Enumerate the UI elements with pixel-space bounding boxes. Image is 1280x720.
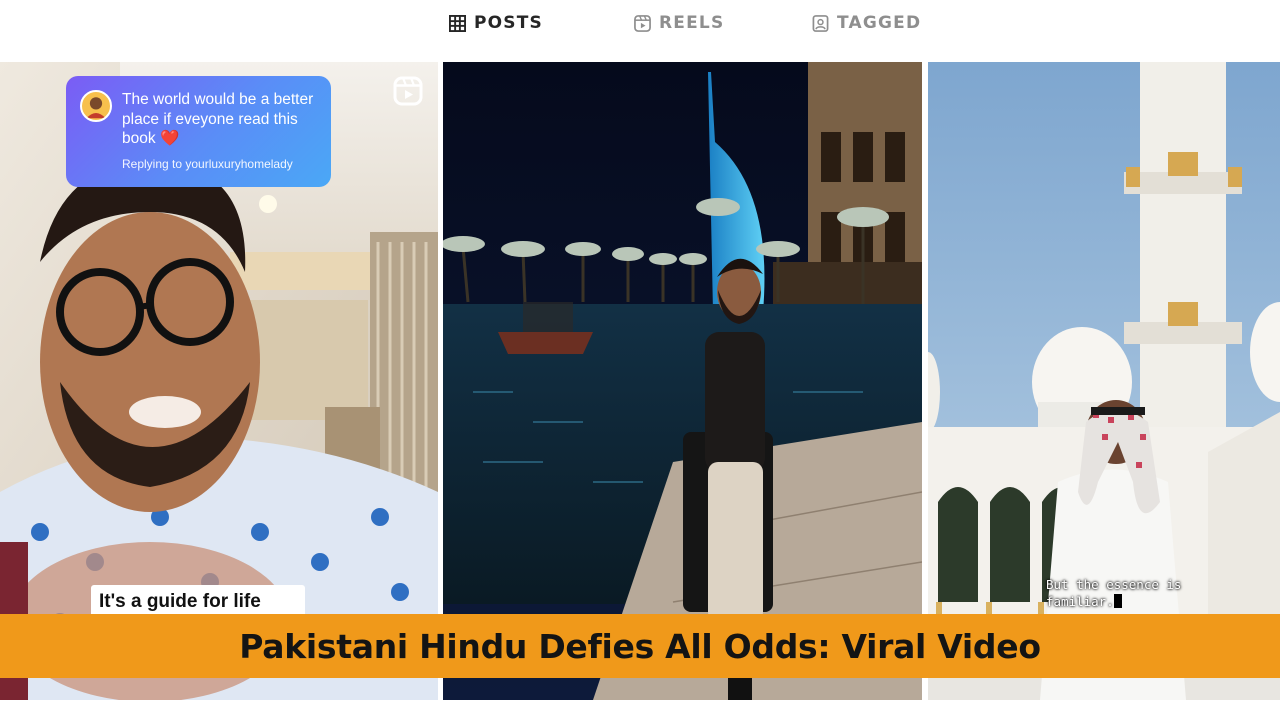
- headline-banner: Pakistani Hindu Defies All Odds: Viral V…: [0, 614, 1280, 678]
- avatar: [80, 90, 112, 122]
- replying-to-label: Replying to yourluxuryhomelady: [122, 156, 293, 171]
- grid-icon: [449, 14, 466, 32]
- caption-line: But the essence is: [1046, 577, 1182, 592]
- reply-text: The world would be a better place if eve…: [122, 91, 314, 147]
- heart-emoji: ❤️: [159, 130, 180, 147]
- reels-icon: [634, 14, 651, 32]
- tagged-icon: [812, 14, 829, 32]
- tab-reels[interactable]: REELS: [634, 11, 724, 35]
- tab-tagged[interactable]: TAGGED: [812, 11, 921, 35]
- reel-badge-icon: [393, 76, 423, 106]
- headline-title: Pakistani Hindu Defies All Odds: Viral V…: [239, 626, 1041, 666]
- reply-sticker: The world would be a better place if eve…: [66, 76, 331, 187]
- post-tile-photo[interactable]: But the essence is familiar.: [928, 62, 1280, 700]
- post-tile-photo[interactable]: [443, 62, 922, 700]
- tab-tagged-label: TAGGED: [837, 13, 922, 33]
- tab-posts[interactable]: POSTS: [449, 11, 543, 35]
- tab-reels-label: REELS: [659, 13, 725, 33]
- text-cursor: [1113, 594, 1122, 608]
- profile-tab-bar: POSTS REELS TAGGED: [0, 0, 1280, 62]
- post-tile-reel[interactable]: The world would be a better place if eve…: [0, 62, 438, 700]
- caption-line-with-cursor: familiar.: [1046, 593, 1236, 610]
- tab-posts-label: POSTS: [474, 13, 543, 33]
- post-caption: But the essence is familiar.: [1046, 576, 1236, 610]
- caption-line: familiar.: [1046, 594, 1114, 609]
- post-photo-image: [443, 62, 922, 700]
